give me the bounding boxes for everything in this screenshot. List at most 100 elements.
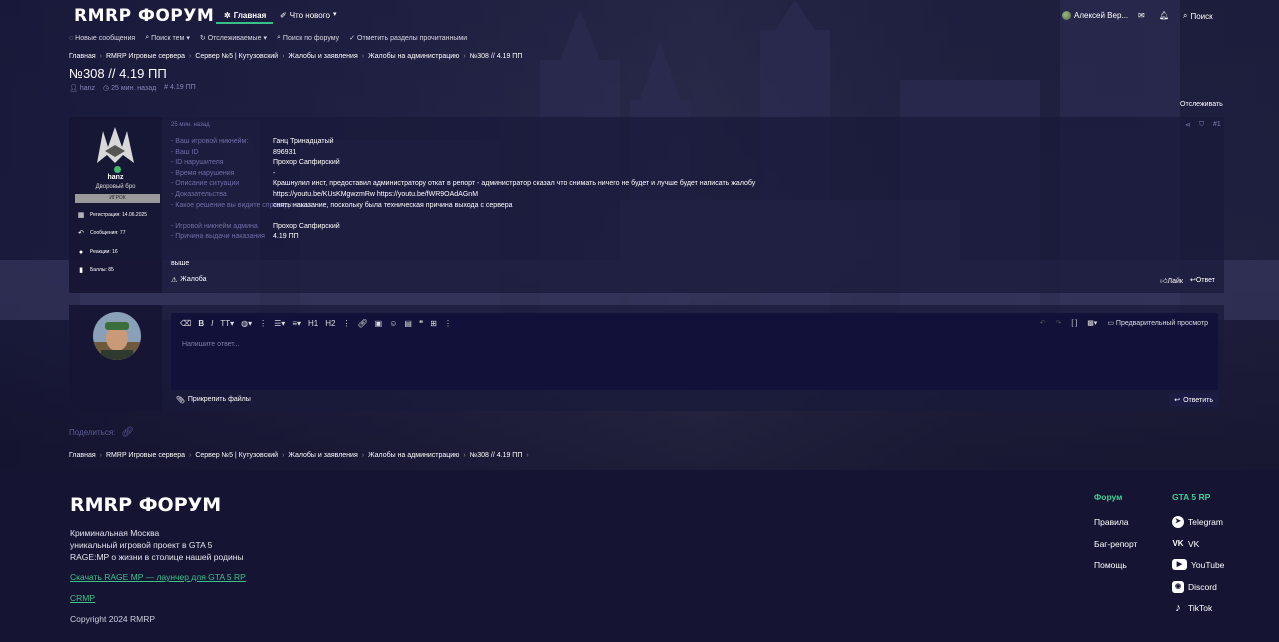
form-value: Прохор Сапфирский — [273, 222, 340, 230]
current-user-avatar[interactable] — [93, 312, 141, 360]
follow-button[interactable]: Отслеживать — [1180, 101, 1223, 108]
breadcrumb-item[interactable]: Жалобы и заявления — [288, 452, 357, 459]
footer-link-help[interactable]: Помощь — [1094, 560, 1127, 570]
redo-icon[interactable]: ↷ — [1055, 319, 1061, 327]
breadcrumb-item[interactable]: Жалобы и заявления — [288, 53, 357, 60]
attach-files-button[interactable]: 📎︎ Прикрепить файлы — [176, 396, 251, 404]
form-value: - — [273, 169, 276, 177]
heading1-button[interactable]: H1 — [308, 319, 318, 328]
user-stat: ▮ Баллы: 85 — [75, 262, 160, 278]
footer-link-rules[interactable]: Правила — [1094, 517, 1129, 527]
bookmark-icon[interactable]: ⛉ — [1199, 121, 1204, 129]
link-icon[interactable]: 🔗︎ — [121, 427, 134, 438]
subnav-search-threads[interactable]: ⌕ Поиск тем ▾ — [145, 34, 190, 42]
like-button[interactable]: 👍︎Лайк — [1160, 276, 1183, 285]
palette-icon[interactable]: ◍▾ — [241, 319, 252, 328]
inbox-icon[interactable]: ✉ — [1138, 11, 1145, 20]
launcher-link[interactable]: Скачать RAGE MP — лаунчер для GTA 5 RP — [70, 572, 246, 582]
form-row: - ID нарушителя Прохор Сапфирский — [171, 158, 1211, 169]
form-value: 896931 — [273, 148, 297, 156]
footer-link-discord[interactable]: ◉ Discord — [1172, 581, 1217, 593]
thread-date[interactable]: ◷ 25 мин. назад — [103, 84, 156, 92]
undo-icon[interactable]: ↶ — [1040, 319, 1046, 327]
pen-icon: ✐ — [280, 11, 287, 20]
breadcrumb-item[interactable]: Сервер №5 | Кутузовский — [195, 53, 278, 60]
breadcrumb-item[interactable]: №308 // 4.19 ПП — [470, 53, 523, 60]
footer-link-vk[interactable]: VK VK — [1172, 538, 1199, 550]
breadcrumb-item[interactable]: Жалобы на администрацию — [368, 452, 459, 459]
report-button[interactable]: ⚠ Жалоба — [171, 276, 207, 284]
thread-tag-text: 4.19 ПП — [170, 84, 196, 91]
search-button[interactable]: ⌕ Поиск — [1183, 11, 1213, 21]
footer-link-tiktok[interactable]: ♪ TikTok — [1172, 602, 1212, 614]
emoji-icon[interactable]: ☺ — [389, 319, 397, 328]
breadcrumb-item[interactable]: Жалобы на администрацию — [368, 53, 459, 60]
reply-placeholder: Напишите ответ... — [182, 341, 240, 348]
breadcrumb-item[interactable]: Главная — [69, 53, 96, 60]
breadcrumb-item[interactable]: Главная — [69, 452, 96, 459]
footer-link-bugreport[interactable]: Баг-репорт — [1094, 539, 1137, 549]
eraser-icon[interactable]: ⌫ — [180, 319, 191, 328]
bold-icon[interactable]: B — [198, 319, 204, 328]
check-icon: ✓ — [349, 35, 356, 42]
user-stat-text: Регистрация: 14.06.2025 — [90, 212, 148, 218]
drafts-icon[interactable]: ▩▾ — [1087, 319, 1097, 327]
search-icon: ⌕ — [276, 34, 281, 41]
thread-tag[interactable]: # 4.19 ПП — [164, 84, 196, 92]
text-size-icon[interactable]: TT▾ — [220, 319, 234, 328]
table-icon[interactable]: ⊞ — [430, 319, 437, 328]
reply-editor[interactable]: ⌫ B I TT▾ ◍▾ ⋮ ☰▾ ≡▾ H1 H2 ⋮ 🔗︎ ▣ ☺ ▤ ❝ … — [171, 313, 1218, 390]
preview-button[interactable]: ▭ Предварительный просмотр — [1107, 319, 1208, 327]
youtube-icon: ▶ — [1172, 559, 1187, 570]
paperclip-icon: 📎︎ — [176, 397, 185, 404]
chevron-down-icon[interactable]: ▾ — [333, 10, 337, 18]
breadcrumb-item[interactable]: №308 // 4.19 ПП — [470, 452, 523, 459]
reply-label: Ответ — [1195, 277, 1215, 284]
user-avatar[interactable] — [93, 125, 138, 165]
nav-tab-whats-new[interactable]: ✐ Что нового — [280, 7, 330, 24]
breadcrumb-item[interactable]: RMRP Игровые сервера — [106, 53, 185, 60]
footer: RMRP ФОРУМ Криминальная Москва уникальны… — [0, 470, 1279, 642]
post-username[interactable]: hanz — [69, 174, 162, 181]
breadcrumb-item[interactable]: Сервер №5 | Кутузовский — [195, 452, 278, 459]
breadcrumb-item[interactable]: RMRP Игровые сервера — [106, 452, 185, 459]
form-value[interactable]: https://youtu.be/KUsKMgwzmRw https://you… — [273, 190, 478, 201]
italic-icon[interactable]: I — [211, 319, 213, 328]
clock-icon: ◷ — [103, 85, 110, 92]
more-icon[interactable]: ⋮ — [259, 319, 267, 328]
user-menu[interactable]: Алексей Вер... — [1062, 11, 1128, 20]
bell-icon[interactable]: 🔔︎ — [1159, 11, 1169, 20]
nav-tab-home-label: Главная — [233, 11, 267, 20]
reply-button[interactable]: ↩Ответ — [1190, 276, 1215, 285]
footer-link-telegram[interactable]: ➤ Telegram — [1172, 516, 1223, 528]
breadcrumb-separator: › — [282, 53, 285, 60]
more-icon[interactable]: ⋮ — [444, 319, 452, 328]
subnav-search-forum[interactable]: ⌕ Поиск по форуму — [277, 34, 339, 42]
share-icon[interactable]: ⋖ — [1185, 121, 1191, 129]
subnav-watched[interactable]: ↻ Отслеживаемые ▾ — [200, 34, 267, 43]
post-user-cell: hanz Дворовый бро ИГРОК ▦ Регистрация: 14… — [69, 117, 162, 293]
post-date[interactable]: 25 мин. назад — [171, 122, 210, 128]
calendar-icon: ▦ — [77, 212, 85, 219]
form-row: - Ваш игровой никнейм: Ганц Тринадцатый — [171, 137, 1211, 148]
crmp-link[interactable]: CRMP — [70, 593, 95, 603]
footer-link-youtube[interactable]: ▶ YouTube — [1172, 559, 1224, 570]
footer-link-label: TikTok — [1188, 603, 1213, 613]
form-value: 4.19 ПП — [273, 233, 299, 241]
quote-icon[interactable]: ❝ — [419, 319, 423, 328]
media-icon[interactable]: ▤ — [404, 319, 412, 328]
heading2-button[interactable]: H2 — [325, 319, 335, 328]
image-icon[interactable]: ▣ — [375, 319, 383, 328]
subnav-new-messages[interactable]: ◌ Новые сообщения — [69, 34, 135, 42]
post-number[interactable]: #1 — [1213, 121, 1221, 128]
link-icon[interactable]: 🔗︎ — [357, 319, 367, 328]
more-icon[interactable]: ⋮ — [342, 319, 350, 328]
submit-reply-button[interactable]: ↩ Ответить — [1169, 393, 1218, 407]
thread-author[interactable]: 👤︎ hanz — [69, 84, 95, 92]
site-logo[interactable]: RMRP ФОРУМ — [74, 6, 214, 26]
subnav-mark-read[interactable]: ✓ Отметить разделы прочитанными — [349, 34, 467, 43]
align-icon[interactable]: ≡▾ — [292, 319, 301, 328]
bbcode-icon[interactable]: [ ] — [1071, 320, 1077, 327]
footer-logo[interactable]: RMRP ФОРУМ — [70, 494, 221, 516]
list-icon[interactable]: ☰▾ — [274, 319, 285, 328]
